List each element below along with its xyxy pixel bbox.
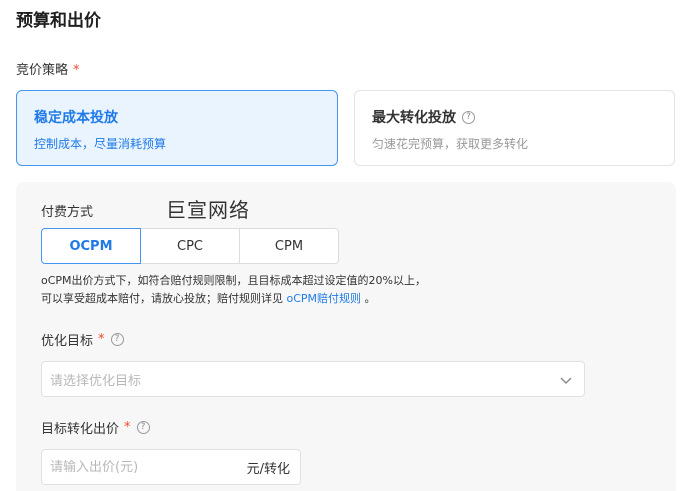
bid-strategy-label: 竞价策略 * bbox=[16, 59, 80, 78]
billing-segmented-control: OCPM CPC CPM bbox=[41, 228, 339, 264]
billing-note-end: 。 bbox=[361, 292, 376, 305]
question-circle-icon[interactable]: ? bbox=[136, 421, 150, 434]
strategy-card-title: 稳定成本投放 bbox=[34, 110, 118, 126]
billing-option-ocpm[interactable]: OCPM bbox=[41, 228, 141, 264]
question-circle-icon[interactable]: ? bbox=[110, 333, 124, 346]
optimize-goal-select[interactable]: 请选择优化目标 bbox=[41, 361, 585, 397]
watermark-text: 巨宣网络 bbox=[166, 198, 250, 222]
ocpm-compensation-rules-link[interactable]: oCPM赔付规则 bbox=[287, 292, 362, 305]
required-mark: * bbox=[124, 420, 131, 435]
chevron-down-icon bbox=[560, 377, 572, 384]
billing-option-cpc[interactable]: CPC bbox=[140, 228, 240, 264]
target-bid-input[interactable] bbox=[42, 459, 232, 475]
strategy-card-desc: 匀速花完预算，获取更多转化 bbox=[372, 137, 529, 151]
strategy-card-stable-cost[interactable]: 稳定成本投放 控制成本，尽量消耗预算 bbox=[16, 90, 338, 166]
optimize-goal-label: 优化目标 * ? bbox=[41, 330, 124, 349]
billing-note-text: 可以享受超成本赔付，请放心投放；赔付规则详见 bbox=[41, 292, 287, 305]
strategy-card-desc: 控制成本，尽量消耗预算 bbox=[34, 137, 167, 151]
target-bid-field: 元/转化 bbox=[41, 449, 301, 485]
billing-note-line1: oCPM出价方式下，如符合赔付规则限制，且目标成本超过设定值的20%以上， bbox=[41, 274, 426, 287]
target-bid-label: 目标转化出价 * ? bbox=[41, 418, 150, 437]
section-title: 预算和出价 bbox=[16, 11, 101, 31]
question-circle-icon[interactable]: ? bbox=[462, 110, 475, 124]
optimize-goal-placeholder: 请选择优化目标 bbox=[50, 373, 142, 389]
required-mark: * bbox=[98, 332, 105, 347]
strategy-card-max-conversion[interactable]: 最大转化投放 ? 匀速花完预算，获取更多转化 bbox=[354, 90, 675, 166]
target-bid-label-text: 目标转化出价 bbox=[41, 422, 120, 437]
required-mark: * bbox=[73, 63, 80, 78]
optimize-goal-label-text: 优化目标 bbox=[41, 334, 94, 349]
strategy-card-title: 最大转化投放 bbox=[372, 110, 456, 126]
billing-note-line2: 可以享受超成本赔付，请放心投放；赔付规则详见 oCPM赔付规则 。 bbox=[41, 290, 641, 308]
target-bid-unit: 元/转化 bbox=[246, 461, 290, 477]
strategy-card-title-row: 最大转化投放 ? bbox=[372, 107, 674, 127]
billing-option-cpm[interactable]: CPM bbox=[239, 228, 339, 264]
billing-label: 付费方式 bbox=[41, 205, 94, 220]
bid-strategy-label-text: 竞价策略 bbox=[16, 63, 69, 78]
